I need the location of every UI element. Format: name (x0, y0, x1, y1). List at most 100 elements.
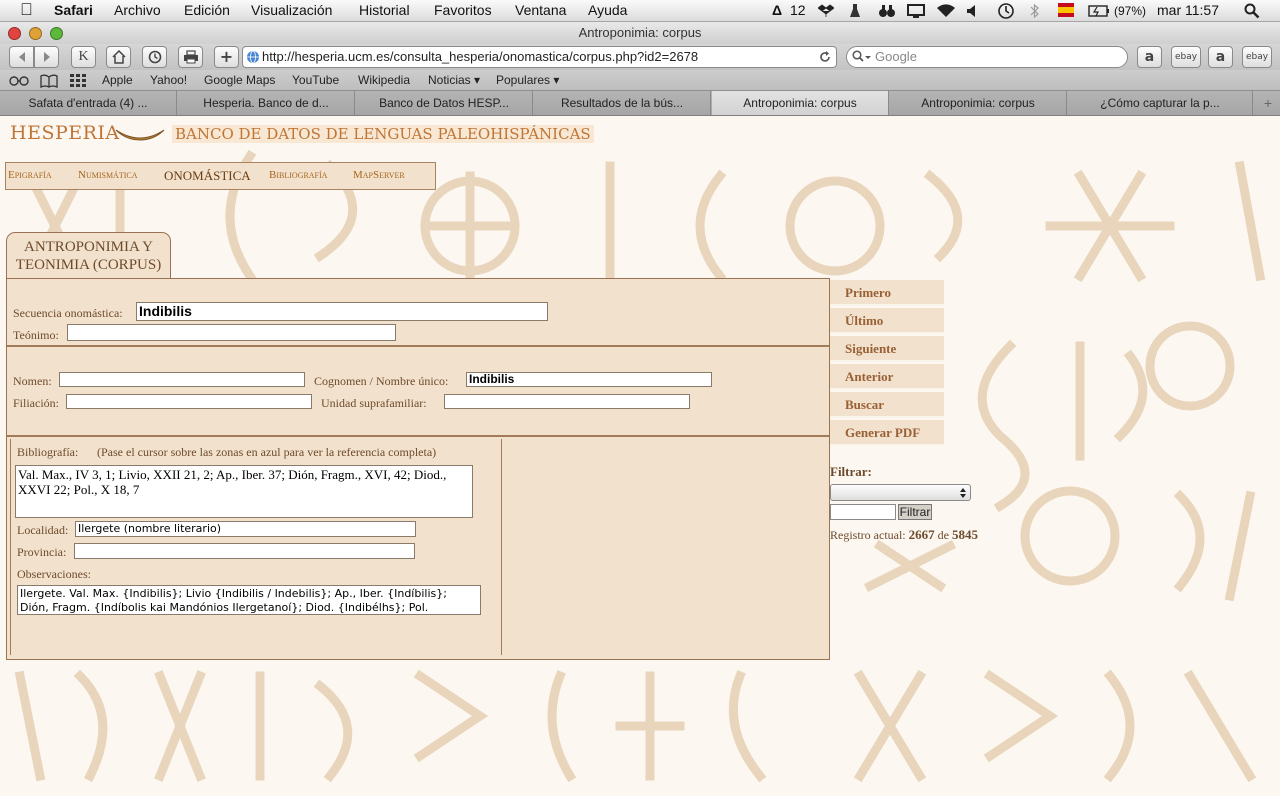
dropbox-icon[interactable] (818, 4, 834, 18)
tab-hesperia-banco[interactable]: Hesperia. Banco de d... (178, 91, 355, 115)
record-sep: de (937, 528, 949, 542)
nav-numismatica[interactable]: Numismática (78, 169, 138, 181)
spotlight-search-icon[interactable] (1244, 3, 1260, 19)
home-button[interactable] (106, 46, 131, 68)
menu-archivo[interactable]: Archivo (114, 2, 161, 18)
divider (501, 439, 502, 655)
k-button[interactable]: K (71, 46, 96, 68)
divider (7, 435, 829, 437)
menu-ayuda[interactable]: Ayuda (588, 2, 627, 18)
search-placeholder: Google (875, 49, 917, 64)
flask-icon[interactable] (849, 3, 861, 19)
wifi-icon[interactable] (936, 3, 956, 18)
bibliografia-field[interactable]: Val. Max., IV 3, 1; Livio, XXII 21, 2; A… (15, 465, 473, 518)
adobe-icon[interactable]: Δ (772, 2, 782, 18)
logo-hesperia: HESPERIA (10, 122, 120, 144)
amazon-extension-button-2[interactable]: a (1208, 46, 1233, 68)
tab-antroponimia-corpus-active[interactable]: Antroponimia: corpus (712, 91, 889, 115)
nav-mapserver[interactable]: MapServer (353, 169, 405, 181)
bookmark-yahoo[interactable]: Yahoo! (150, 73, 187, 87)
nav-epigrafia[interactable]: Epigrafía (8, 169, 52, 181)
teonimo-field[interactable] (67, 324, 396, 341)
primero-button[interactable]: Primero (830, 280, 944, 306)
tab-bar: Safata d'entrada (4) ... Hesperia. Banco… (0, 91, 1280, 116)
add-bookmark-button[interactable]: + (214, 46, 239, 68)
observaciones-label: Observaciones: (17, 567, 91, 581)
bibliografia-label: Bibliografía: (17, 445, 79, 459)
menu-historial[interactable]: Historial (359, 2, 410, 18)
cognomen-field[interactable]: Indibilis (466, 372, 712, 387)
provincia-label: Provincia: (17, 545, 67, 559)
divider (7, 345, 829, 347)
display-icon[interactable] (907, 4, 925, 18)
back-button[interactable] (9, 46, 34, 68)
clock[interactable]: mar 11:57 (1157, 2, 1219, 18)
bookmark-youtube[interactable]: YouTube (292, 73, 339, 87)
record-current: 2667 (908, 527, 935, 542)
tab-resultados-busqueda[interactable]: Resultados de la bús... (534, 91, 711, 115)
ebay-extension-button-2[interactable]: ebay (1242, 46, 1272, 68)
forward-arrow-icon (43, 52, 50, 62)
bookmarks-bar: Apple Yahoo! Google Maps YouTube Wikiped… (0, 70, 1280, 91)
menu-ventana[interactable]: Ventana (515, 2, 566, 18)
tab-antroponimia-corpus[interactable]: Antroponimia: corpus (890, 91, 1067, 115)
nav-bibliografia[interactable]: Bibliografía (269, 169, 327, 181)
filter-label: Filtrar: (830, 464, 872, 479)
filter-button[interactable]: Filtrar (898, 504, 932, 520)
bibliografia-hint: (Pase el cursor sobre las zonas en azul … (97, 445, 437, 459)
observaciones-field[interactable]: Ilergete. Val. Max. {Indibilis}; Livio {… (17, 585, 481, 615)
anterior-button[interactable]: Anterior (830, 364, 944, 390)
reload-icon[interactable] (819, 51, 831, 63)
binoculars-icon[interactable] (879, 4, 895, 18)
localidad-field[interactable]: Ilergete (nombre literario) (75, 521, 416, 537)
filter-input[interactable] (830, 504, 896, 520)
history-button[interactable] (142, 46, 167, 68)
apple-menu-icon[interactable]:  (20, 0, 33, 20)
address-bar-url: http://hesperia.ucm.es/consulta_hesperia… (262, 49, 699, 64)
nomen-field[interactable] (59, 372, 305, 387)
unidad-suprafamiliar-field[interactable] (444, 394, 690, 409)
ultimo-button[interactable]: Último (830, 308, 944, 334)
search-input[interactable]: Google (846, 46, 1128, 68)
menu-favoritos[interactable]: Favoritos (434, 2, 492, 18)
bookmark-folder-populares[interactable]: Populares ▾ (496, 73, 559, 87)
ebay-extension-button[interactable]: ebay (1171, 46, 1201, 68)
bookmark-folder-noticias[interactable]: Noticias ▾ (428, 73, 480, 87)
nomen-label: Nomen: (13, 374, 52, 388)
volume-icon[interactable] (966, 4, 978, 18)
filter-select[interactable] (830, 484, 971, 501)
bookmarks-book-icon[interactable] (40, 74, 58, 88)
bookmark-google-maps[interactable]: Google Maps (204, 73, 275, 87)
menu-edicion[interactable]: Edición (184, 2, 230, 18)
menu-app-safari[interactable]: Safari (54, 2, 93, 18)
tab-banco-datos-hesperia[interactable]: Banco de Datos HESP... (356, 91, 533, 115)
tab-como-capturar[interactable]: ¿Cómo capturar la p... (1068, 91, 1253, 115)
menu-visualizacion[interactable]: Visualización (251, 2, 332, 18)
reading-list-icon[interactable] (9, 74, 29, 88)
adobe-count: 12 (790, 2, 806, 18)
nav-onomastica[interactable]: ONOMÁSTICA (164, 168, 251, 184)
print-button[interactable] (178, 46, 203, 68)
time-machine-icon[interactable] (997, 2, 1015, 20)
forward-button[interactable] (34, 46, 59, 68)
spanish-flag-icon[interactable] (1057, 2, 1075, 20)
battery-icon[interactable] (1088, 5, 1110, 17)
battery-percent: (97%) (1114, 4, 1147, 18)
address-bar[interactable]: http://hesperia.ucm.es/consulta_hesperia… (242, 46, 837, 68)
siguiente-button[interactable]: Siguiente (830, 336, 944, 362)
provincia-field[interactable] (74, 543, 415, 559)
bookmark-apple[interactable]: Apple (102, 73, 133, 87)
tab-safata-dentrada[interactable]: Safata d'entrada (4) ... (0, 91, 177, 115)
new-tab-button[interactable]: + (1256, 91, 1280, 115)
bluetooth-icon[interactable] (1030, 3, 1040, 19)
amazon-extension-button[interactable]: a (1137, 46, 1162, 68)
filiacion-field[interactable] (66, 394, 312, 409)
bookmark-wikipedia[interactable]: Wikipedia (358, 73, 410, 87)
logo-bowl-icon (115, 129, 165, 141)
menu-bar:  Safari Archivo Edición Visualización H… (0, 0, 1280, 22)
top-sites-grid-icon[interactable] (70, 74, 86, 88)
window-titlebar: Antroponimia: corpus (0, 22, 1280, 44)
secuencia-onomastica-field[interactable]: Indibilis (136, 302, 548, 321)
buscar-button[interactable]: Buscar (830, 392, 944, 418)
generar-pdf-button[interactable]: Generar PDF (830, 420, 944, 446)
